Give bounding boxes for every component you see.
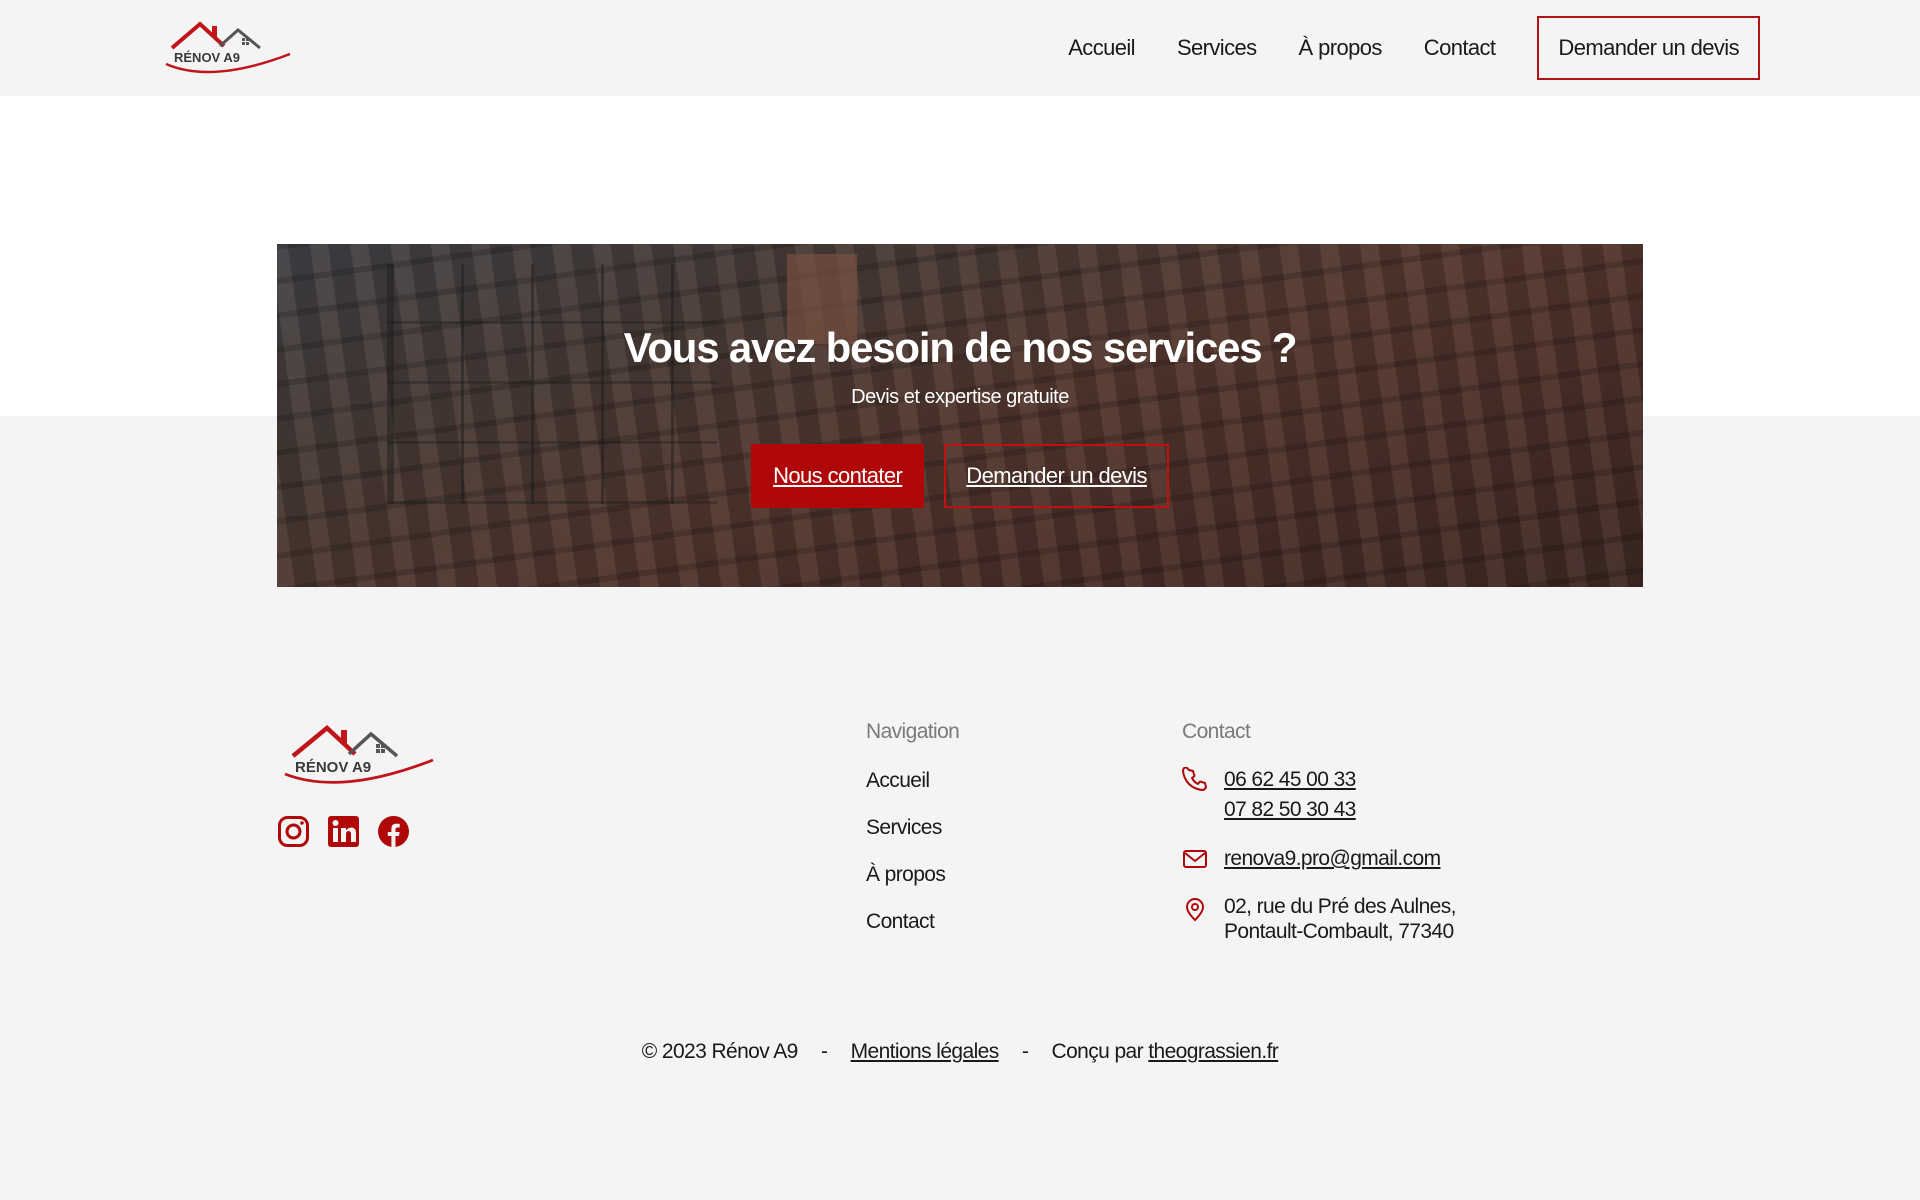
phone-link-1[interactable]: 06 62 45 00 33: [1224, 765, 1356, 795]
copyright-text: © 2023 Rénov A9: [641, 1040, 799, 1063]
nav-accueil[interactable]: Accueil: [1068, 35, 1135, 61]
designed-by-label: Conçu par: [1051, 1040, 1144, 1063]
request-quote-button[interactable]: Demander un devis: [944, 444, 1169, 508]
nav-a-propos[interactable]: À propos: [1299, 35, 1383, 61]
separator: -: [820, 1040, 828, 1063]
address-line-1: 02, rue du Pré des Aulnes,: [1224, 895, 1457, 918]
footer-nav-contact[interactable]: Contact: [866, 908, 945, 955]
logo-graphic: RÉNOV A9: [165, 21, 291, 74]
linkedin-icon[interactable]: [327, 815, 360, 848]
designer-link[interactable]: theograssien.fr: [1148, 1040, 1279, 1063]
footer-nav-a-propos[interactable]: À propos: [866, 861, 946, 908]
footer-contact-title: Contact: [1182, 720, 1251, 743]
footer-logo-graphic: RÉNOV A9: [284, 725, 434, 784]
address-line-2: Pontault-Combault, 77340: [1224, 920, 1454, 943]
footer-navigation: Accueil Services À propos Contact: [866, 767, 946, 955]
mail-icon: [1182, 846, 1208, 872]
cta-buttons: Nous contater Demander un devis: [277, 444, 1643, 508]
footer-nav-accueil[interactable]: Accueil: [866, 767, 945, 814]
footer-navigation-title: Navigation: [866, 720, 960, 743]
logo-text: RÉNOV A9: [174, 50, 240, 65]
legal-notice-link[interactable]: Mentions légales: [851, 1040, 1000, 1063]
copyright-bar: © 2023 Rénov A9 - Mentions légales - Con…: [0, 1040, 1920, 1064]
phone-icon: [1182, 766, 1208, 793]
location-pin-icon: [1182, 896, 1208, 922]
cta-banner: Vous avez besoin de nos services ? Devis…: [277, 244, 1643, 587]
nav-contact[interactable]: Contact: [1424, 35, 1496, 61]
site-logo[interactable]: RÉNOV A9: [162, 18, 294, 76]
main-nav: Accueil Services À propos Contact Demand…: [1026, 16, 1760, 80]
email-link[interactable]: renova9.pro@gmail.com: [1224, 844, 1441, 874]
footer-logo-text: RÉNOV A9: [295, 759, 371, 776]
separator: -: [1021, 1040, 1029, 1063]
footer-nav-services[interactable]: Services: [866, 814, 945, 861]
social-links: [277, 815, 410, 848]
phone-link-2[interactable]: 07 82 50 30 43: [1224, 795, 1356, 825]
instagram-icon[interactable]: [277, 815, 310, 848]
cta-title: Vous avez besoin de nos services ?: [623, 324, 1298, 371]
nav-services[interactable]: Services: [1177, 35, 1257, 61]
footer-logo[interactable]: RÉNOV A9: [281, 720, 437, 786]
contact-us-button[interactable]: Nous contater: [751, 444, 925, 508]
cta-subtitle: Devis et expertise gratuite: [851, 386, 1069, 408]
facebook-icon[interactable]: [377, 815, 410, 848]
header-quote-button[interactable]: Demander un devis: [1537, 16, 1760, 80]
site-header: RÉNOV A9 Accueil Services À propos Conta…: [0, 0, 1920, 96]
